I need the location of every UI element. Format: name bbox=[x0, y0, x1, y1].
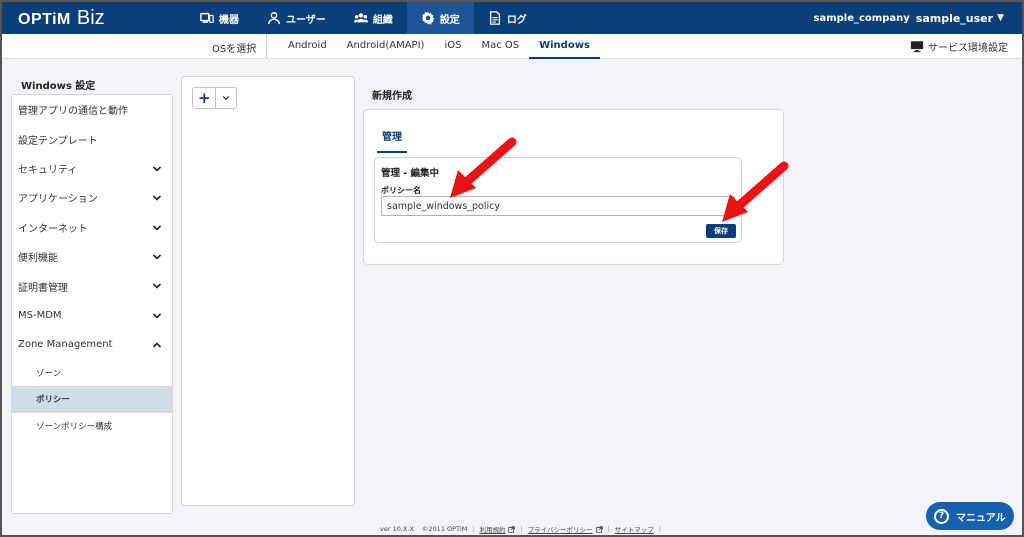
optim-biz-logo[interactable]: OPTiM Biz bbox=[18, 7, 105, 29]
external-link-icon bbox=[595, 525, 603, 533]
sidebar-item-label: 設定テンプレート bbox=[18, 135, 98, 147]
nav-users[interactable]: ユーザー bbox=[253, 2, 340, 34]
chevron-up-icon bbox=[152, 340, 162, 350]
tab-management[interactable]: 管理 bbox=[377, 128, 407, 153]
sidebar-item-label: 証明書管理 bbox=[18, 282, 68, 294]
sidebar-item-applications[interactable]: アプリケーション bbox=[12, 183, 172, 212]
sidebar-item-security[interactable]: セキュリティ bbox=[12, 154, 172, 183]
document-icon bbox=[488, 11, 502, 25]
privacy-link[interactable]: プライバシーポリシー bbox=[528, 524, 593, 534]
add-dropdown-button[interactable] bbox=[216, 88, 236, 108]
sidebar-item-label: 管理アプリの通信と動作 bbox=[18, 106, 128, 118]
settings-sidebar: 管理アプリの通信と動作 設定テンプレート セキュリティ アプリケーション インタ… bbox=[11, 94, 173, 514]
sidebar-subitem-zone-policy-config[interactable]: ゾーンポリシー構成 bbox=[12, 413, 172, 440]
chevron-down-icon bbox=[152, 281, 162, 291]
main-nav: 機器 ユーザー 組織 設定 ログ bbox=[186, 2, 541, 34]
chevron-down-icon bbox=[222, 95, 230, 101]
logo-product: Biz bbox=[76, 7, 105, 29]
sidebar-item-templates[interactable]: 設定テンプレート bbox=[12, 124, 172, 153]
tab-android-amapi[interactable]: Android(AMAPI) bbox=[337, 34, 435, 59]
nav-devices[interactable]: 機器 bbox=[186, 2, 253, 34]
terms-link[interactable]: 利用規約 bbox=[479, 524, 505, 534]
sidebar-item-ms-mdm[interactable]: MS-MDM bbox=[12, 301, 172, 330]
sidebar-item-label: Zone Management bbox=[18, 339, 113, 351]
chevron-down-icon bbox=[152, 193, 162, 203]
footer-divider: | bbox=[607, 525, 610, 533]
account-menu[interactable]: sample_company sample_user ▼ bbox=[814, 2, 1004, 34]
add-button-group: + bbox=[192, 87, 237, 109]
top-navigation-bar: OPTiM Biz 機器 ユーザー 組織 設定 ログ sample_compan… bbox=[2, 2, 1022, 34]
manual-button[interactable]: ? マニュアル bbox=[926, 502, 1014, 530]
sidebar-item-label: 便利機能 bbox=[18, 253, 58, 265]
os-tabs: Android Android(AMAPI) iOS Mac OS Window… bbox=[278, 34, 600, 59]
sidebar-item-utilities[interactable]: 便利機能 bbox=[12, 242, 172, 271]
sidebar-item-internet[interactable]: インターネット bbox=[12, 213, 172, 242]
os-selection-bar: OSを選択 Android Android(AMAPI) iOS Mac OS … bbox=[2, 34, 1022, 59]
chevron-down-icon bbox=[152, 164, 162, 174]
service-settings-label: サービス環境設定 bbox=[928, 43, 1008, 54]
sidebar-item-label: インターネット bbox=[18, 223, 88, 235]
company-name: sample_company bbox=[813, 12, 910, 24]
app-window: OPTiM Biz 機器 ユーザー 組織 設定 ログ sample_compan… bbox=[0, 0, 1024, 537]
sidebar-subitem-policy[interactable]: ポリシー bbox=[12, 386, 172, 413]
nav-settings[interactable]: 設定 bbox=[406, 2, 474, 34]
nav-settings-label: 設定 bbox=[439, 14, 460, 26]
external-link-icon bbox=[508, 525, 516, 533]
nav-log[interactable]: ログ bbox=[474, 2, 541, 34]
chevron-down-icon bbox=[152, 252, 162, 262]
chevron-down-icon bbox=[152, 311, 162, 321]
management-edit-section: 管理 - 編集中 ポリシー名 保存 bbox=[374, 157, 742, 243]
nav-organization[interactable]: 組織 bbox=[340, 2, 407, 34]
user-name: sample_user bbox=[915, 11, 994, 25]
policy-name-input[interactable] bbox=[381, 196, 735, 216]
sidebar-item-agent-communication[interactable]: 管理アプリの通信と動作 bbox=[12, 95, 172, 124]
tab-windows[interactable]: Windows bbox=[529, 34, 600, 59]
version-text: ver 10.X.X bbox=[380, 525, 414, 533]
section-title: 管理 - 編集中 bbox=[381, 168, 440, 179]
monitor-icon bbox=[910, 41, 924, 53]
manual-label: マニュアル bbox=[956, 512, 1006, 524]
nav-log-label: ログ bbox=[506, 14, 527, 26]
caret-down-icon: ▼ bbox=[997, 13, 1004, 23]
device-icon bbox=[200, 11, 214, 25]
annotation-arrow-icon bbox=[722, 161, 789, 222]
help-icon: ? bbox=[934, 508, 949, 524]
sidebar-title: Windows 設定 bbox=[21, 81, 96, 92]
sidebar-item-label: MS-MDM bbox=[18, 309, 62, 321]
sitemap-link[interactable]: サイトマップ bbox=[615, 524, 654, 534]
copyright-text: ©2011 OPTiM bbox=[421, 525, 468, 533]
add-policy-button[interactable]: + bbox=[193, 88, 217, 108]
service-settings-link[interactable]: サービス環境設定 bbox=[910, 39, 1008, 54]
policy-list-panel: + bbox=[181, 76, 355, 506]
footer: ver 10.X.X ©2011 OPTiM | 利用規約 | プライバシーポリ… bbox=[380, 524, 666, 534]
sidebar-item-label: アプリケーション bbox=[18, 194, 98, 206]
save-button[interactable]: 保存 bbox=[706, 224, 736, 238]
footer-divider: | bbox=[658, 525, 661, 533]
policy-name-label: ポリシー名 bbox=[381, 186, 421, 195]
sidebar-item-zone-management[interactable]: Zone Management bbox=[12, 330, 172, 359]
tab-macos[interactable]: Mac OS bbox=[471, 34, 529, 59]
annotation-arrow-icon bbox=[450, 137, 517, 198]
group-icon bbox=[353, 11, 368, 25]
tab-android[interactable]: Android bbox=[278, 34, 337, 59]
footer-divider: | bbox=[520, 525, 523, 533]
gear-icon bbox=[421, 11, 435, 25]
tab-ios[interactable]: iOS bbox=[434, 34, 471, 59]
sidebar-item-certificates[interactable]: 証明書管理 bbox=[12, 271, 172, 300]
user-icon bbox=[267, 11, 281, 25]
nav-organization-label: 組織 bbox=[372, 14, 393, 26]
nav-users-label: ユーザー bbox=[286, 14, 326, 26]
logo-brand: OPTiM bbox=[18, 11, 71, 28]
os-select-label: OSを選択 bbox=[212, 44, 257, 55]
os-divider bbox=[266, 34, 267, 58]
nav-devices-label: 機器 bbox=[219, 14, 239, 26]
sidebar-item-label: セキュリティ bbox=[18, 164, 78, 176]
page-title: 新規作成 bbox=[372, 91, 412, 102]
chevron-down-icon bbox=[152, 223, 162, 233]
sidebar-subitem-zone[interactable]: ゾーン bbox=[12, 360, 172, 387]
footer-divider: | bbox=[472, 525, 475, 533]
